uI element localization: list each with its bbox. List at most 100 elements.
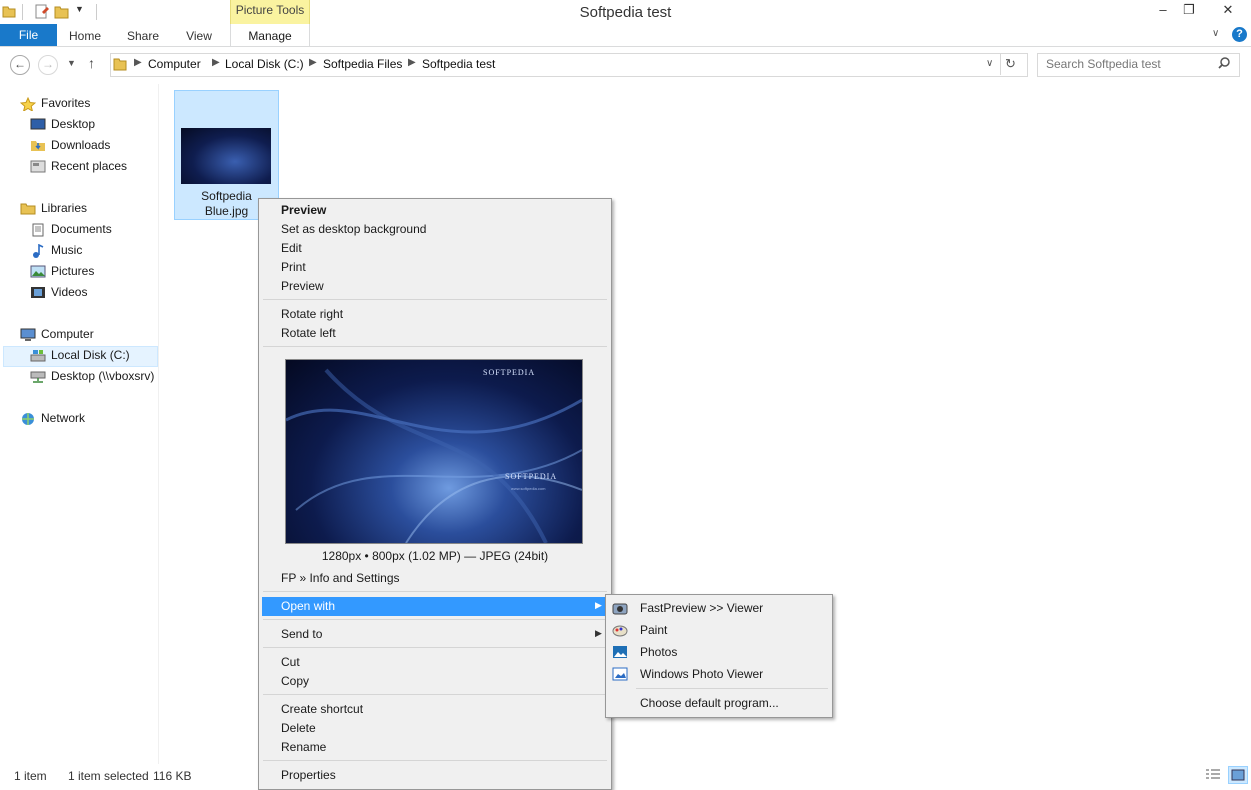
menu-item-copy[interactable]: Copy [281,672,309,691]
tab-view[interactable]: View [176,24,222,46]
submenu-item-windows-photo-viewer[interactable]: Windows Photo Viewer [640,664,763,684]
up-button[interactable]: ↑ [88,55,95,71]
nav-item-network-drive[interactable]: Desktop (\\vboxsrv) [30,367,154,386]
downloads-icon [30,139,46,152]
submenu-item-photos[interactable]: Photos [640,642,677,662]
refresh-icon[interactable]: ↻ [1005,56,1016,72]
nav-item-label: Desktop (\\vboxsrv) [51,369,155,383]
preview-watermark-url: www.softpedia.com [511,486,546,491]
tab-share[interactable]: Share [120,24,166,46]
new-folder-icon[interactable] [54,4,70,19]
preview-watermark-center: SOFTPEDIA [505,472,558,481]
properties-icon[interactable] [34,4,50,19]
folder-icon [113,57,127,74]
nav-item-label: Music [51,243,83,257]
menu-item-rotate-left[interactable]: Rotate left [281,324,336,343]
menu-item-print[interactable]: Print [281,258,306,277]
submenu-item-fastpreview[interactable]: FastPreview >> Viewer [640,598,763,618]
picture-tools-label: Picture Tools [230,0,310,24]
menu-item-preview-default[interactable]: Preview [281,201,326,220]
qat-divider [96,4,97,20]
close-button[interactable]: ✕ [1208,0,1248,22]
menu-item-properties[interactable]: Properties [281,766,336,785]
nav-item-local-disk[interactable]: Local Disk (C:) [30,346,130,365]
network-drive-icon [30,370,46,384]
breadcrumb-computer[interactable]: Computer [148,57,201,71]
address-divider [1000,53,1001,75]
submenu-arrow-icon: ▶ [595,600,602,610]
open-with-submenu: FastPreview >> Viewer Paint Photos Windo… [605,594,833,718]
nav-item-label: Pictures [51,264,95,278]
expand-ribbon-icon[interactable]: ∨ [1212,28,1219,39]
image-preview[interactable]: SOFTPEDIA SOFTPEDIA www.softpedia.com [285,359,583,544]
fastpreview-icon [612,601,628,615]
window-title: Softpedia test [579,4,672,21]
pictures-icon [30,265,46,278]
menu-item-rename[interactable]: Rename [281,738,326,757]
menu-item-cut[interactable]: Cut [281,653,300,672]
menu-separator [263,647,607,648]
menu-item-preview[interactable]: Preview [281,277,324,296]
menu-item-delete[interactable]: Delete [281,719,316,738]
folder-icon[interactable] [2,4,18,18]
nav-libraries-label: Libraries [41,201,88,215]
tab-file[interactable]: File [0,24,57,46]
search-icon[interactable] [1218,57,1230,72]
breadcrumb-softpedia-test[interactable]: Softpedia test [422,57,495,71]
status-item-count: 1 item [14,769,47,783]
menu-item-open-with-label: Open with [281,599,336,613]
menu-item-edit[interactable]: Edit [281,239,302,258]
breadcrumb-local-disk[interactable]: Local Disk (C:) [225,57,304,71]
menu-item-fp-info[interactable]: FP » Info and Settings [281,569,400,588]
nav-computer[interactable]: Computer [20,325,94,344]
menu-item-rotate-right[interactable]: Rotate right [281,305,343,324]
menu-item-send-to[interactable]: Send to [281,625,322,644]
nav-favorites[interactable]: Favorites [19,94,90,113]
breadcrumb-separator[interactable]: ▶ [408,57,416,68]
nav-item-label: Local Disk (C:) [51,348,130,362]
large-icons-view-icon[interactable] [1228,766,1248,784]
nav-item-label: Recent places [51,159,128,173]
recent-locations-icon[interactable]: ▼ [67,58,76,68]
star-icon [19,97,37,113]
menu-separator [263,760,607,761]
submenu-item-choose-default[interactable]: Choose default program... [640,693,779,713]
qat-divider [22,4,23,20]
breadcrumb-softpedia-files[interactable]: Softpedia Files [323,57,402,71]
nav-network-label: Network [41,411,86,425]
address-history-icon[interactable]: ∨ [986,58,993,69]
nav-network[interactable]: Network [20,409,85,428]
status-selection: 1 item selected [68,769,149,783]
submenu-arrow-icon: ▶ [595,628,602,638]
tab-manage[interactable]: Manage [230,24,310,46]
preview-swirl-graphic [286,368,582,543]
nav-item-videos[interactable]: Videos [30,283,87,302]
breadcrumb-separator[interactable]: ▶ [212,57,220,68]
back-button[interactable]: ← [10,55,30,75]
nav-item-recent-places[interactable]: Recent places [30,157,127,176]
breadcrumb-separator[interactable]: ▶ [134,57,142,68]
nav-item-label: Downloads [51,138,111,152]
submenu-item-paint[interactable]: Paint [640,620,667,640]
nav-item-desktop[interactable]: Desktop [30,115,95,134]
menu-item-set-background[interactable]: Set as desktop background [281,220,426,239]
menu-separator [263,346,607,347]
menu-item-create-shortcut[interactable]: Create shortcut [281,700,363,719]
details-view-icon[interactable] [1205,768,1221,785]
help-icon[interactable]: ? [1232,27,1247,42]
breadcrumb-separator[interactable]: ▶ [309,57,317,68]
documents-icon [30,223,46,237]
menu-separator [263,591,607,592]
customize-qat-icon[interactable]: ▼ [75,4,91,18]
tab-home[interactable]: Home [62,24,108,46]
nav-item-music[interactable]: Music [30,241,82,260]
music-icon [30,244,46,259]
context-menu: Preview Set as desktop background Edit P… [258,198,612,790]
nav-item-documents[interactable]: Documents [30,220,112,239]
nav-item-downloads[interactable]: Downloads [30,136,110,155]
forward-button[interactable]: → [38,55,58,75]
maximize-button[interactable]: ❐ [1174,0,1204,22]
nav-libraries[interactable]: Libraries [20,199,87,218]
preview-watermark-top: SOFTPEDIA [483,368,536,377]
nav-item-pictures[interactable]: Pictures [30,262,94,281]
